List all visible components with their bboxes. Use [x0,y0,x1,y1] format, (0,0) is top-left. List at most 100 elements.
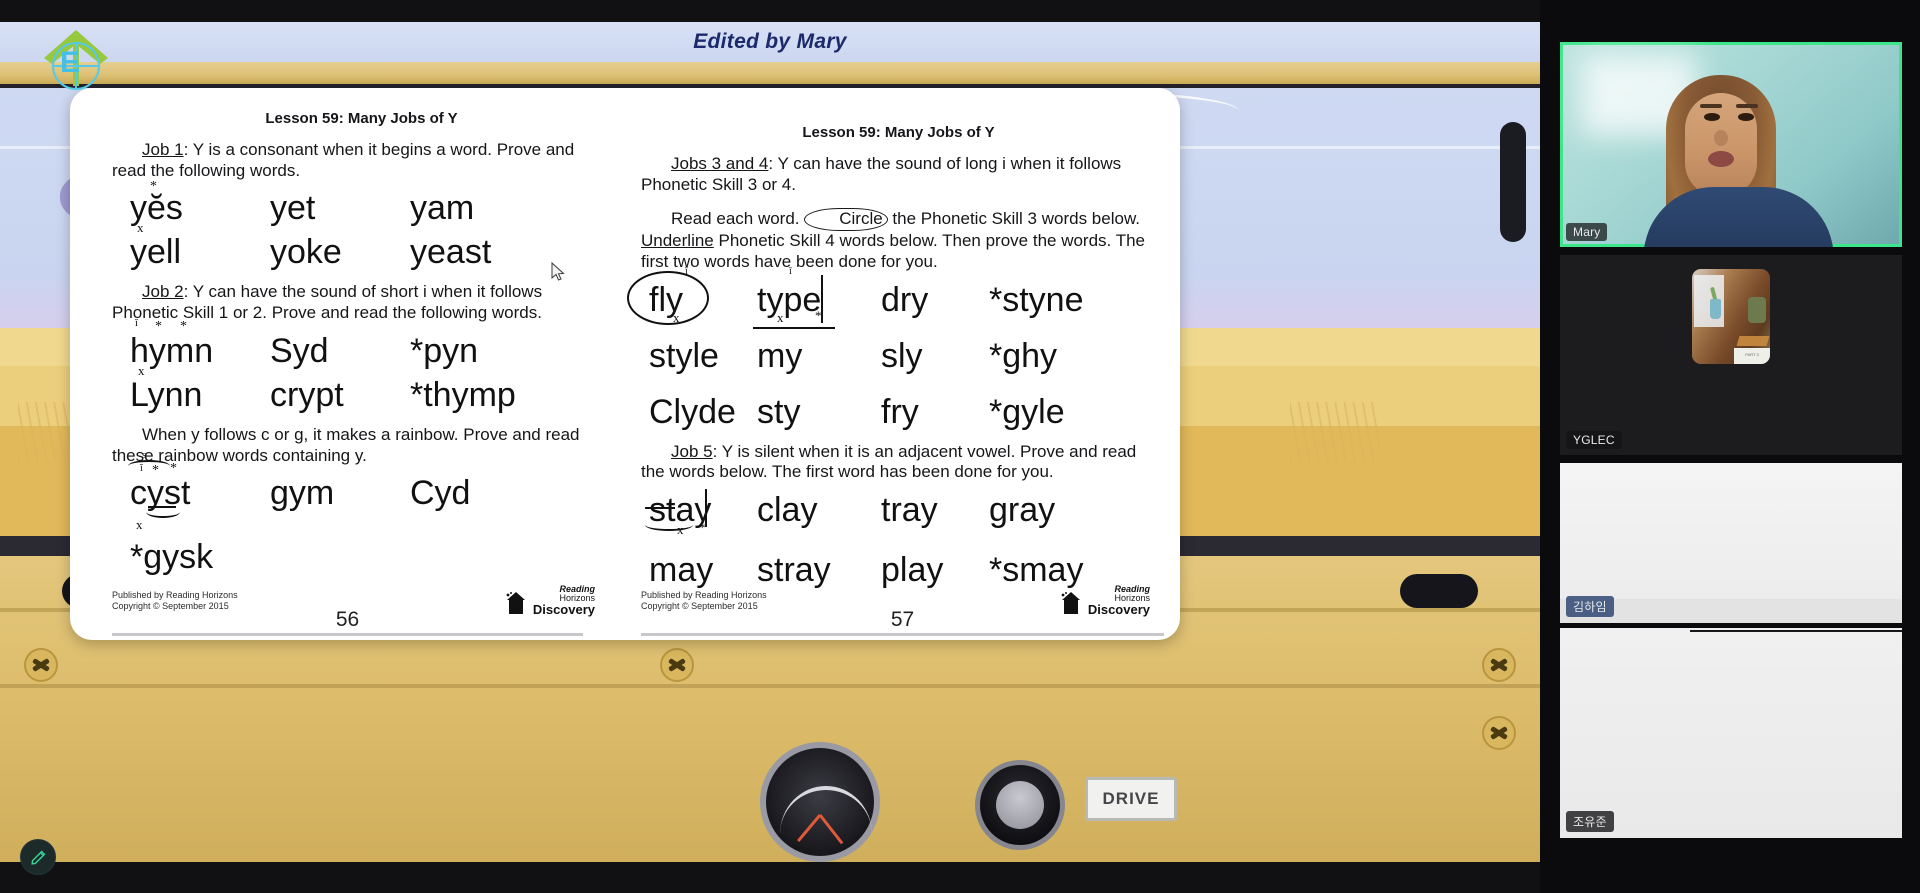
worksheet-document[interactable]: Lesson 59: Many Jobs of Y Job 1: Y is a … [70,88,1180,640]
jobs34-instruction: Jobs 3 and 4: Y can have the sound of lo… [641,154,1156,195]
smile-mark [645,519,693,532]
job5-label: Job 5 [671,441,713,461]
word-item: stay x * [641,489,749,536]
word-item: sly [881,336,923,375]
word-item: my [757,336,803,375]
slide-title: Edited by Mary [693,30,847,53]
participant-name: Mary [1566,223,1608,241]
rainbow-arc [128,460,170,472]
word-item: *pyn [410,331,479,370]
word-item: *ghy [989,336,1058,375]
footer-rule [112,633,583,636]
slide-header-bar: Edited by Mary [0,22,1540,62]
word-item: gray [989,491,1056,530]
published-by: Published by Reading Horizons [641,589,767,600]
word-item: *gyle [989,392,1065,431]
circle-word: Circle [804,208,888,232]
job2-label: Job 2 [142,282,184,302]
participant-tile-kim[interactable]: 김하임 [1560,463,1902,623]
word-item: Lynn [130,375,203,414]
page-footer: Published by Reading Horizons Copyright … [625,578,1180,640]
annotate-button[interactable] [20,839,56,875]
sofa [1748,297,1766,323]
rainbow-word-row-1: cyst s ĭ * * x gym Cyd [112,450,611,531]
x-mark: x [677,522,684,538]
shared-screen-stage[interactable]: DRIVE E Edited by Mary Lesson 59: Many J… [0,0,1540,893]
asterisk-mark: * [815,307,822,323]
grass-tuft [1290,402,1380,462]
mouth [1707,150,1734,167]
job1-instruction: Job 1: Y is a consonant when it begins a… [112,140,611,181]
school-logo: E [40,28,112,100]
word-item: *styne [989,280,1084,319]
word-item: sty [757,392,801,431]
word-item: yoke [270,233,342,272]
rainbow-instruction: When y follows c or g, it makes a rainbo… [112,424,580,465]
asterisk-mark: * [150,179,157,195]
participant-tile-mary[interactable]: Mary [1560,42,1902,247]
word-item: fry [881,392,919,431]
jobs34-word-row-3: Clyde sty fry *gyle [641,395,1156,429]
mouse-cursor [551,262,565,281]
word-item: yam [410,189,475,228]
table [1736,336,1770,346]
job5-word-row-1: stay x * clay tray gray [641,489,1156,536]
word-item: dry [881,280,929,319]
job1-word-row-2: yell yoke yeast [112,235,611,269]
participant-name: 김하임 [1566,596,1614,617]
word-item: fly ī x [627,266,749,325]
content-rule [1689,630,1902,632]
i-mark: ĭ [140,463,143,475]
pencil-icon [30,850,45,865]
jobs34-word-row-1: fly ī x type ī x * dry *styne [627,266,1156,329]
photo-caption: PART 3 [1734,348,1770,364]
word-item: yeast [410,233,492,272]
participant-tile-jo[interactable]: 조유준 [1560,628,1902,838]
vase [1710,299,1721,319]
job1-word-row-1: yĕs * x yet yam [112,179,611,236]
underline-word: Underline [641,231,714,251]
page-title: Lesson 59: Many Jobs of Y [802,124,995,141]
word-item: crypt [270,375,344,414]
dashboard-plate: DRIVE [1085,777,1177,821]
worksheet-page-57: Lesson 59: Many Jobs of Y Jobs 3 and 4: … [625,88,1180,640]
word-item: Clyde [649,392,736,431]
word-item: hymn ĭ * * x [130,316,214,378]
word-item: *gysk [130,538,214,577]
participant-tile-yglec[interactable]: PART 3 YGLEC [1560,255,1902,455]
s-mark: s [142,449,147,462]
worksheet-page-56: Lesson 59: Many Jobs of Y Job 1: Y is a … [70,88,625,640]
panel-seam [0,684,1540,688]
dashboard-knob [975,760,1065,850]
word-item: style [649,336,719,375]
eyebrow [1700,103,1723,108]
jobs34-word-row-2: style my sly *ghy [641,339,1156,373]
x-mark: x [673,309,680,325]
jobs34-task: Read each word. Circle the Phonetic Skil… [641,208,1156,272]
task-part-a: Read each word. [671,209,805,229]
smile-mark [146,506,180,519]
asterisk-mark: * [170,461,177,477]
breve-i-mark: ĭ [135,316,139,329]
word-item: yĕs * x [130,179,183,236]
underline-annotation [753,326,835,329]
asterisk-mark: * [155,318,162,334]
participant-name: 조유준 [1566,811,1614,832]
eye [1737,112,1754,121]
i-mark: ī [789,265,792,277]
screw [660,648,694,682]
nose [1713,130,1728,147]
asterisk-mark: * [180,318,187,334]
x-mark: x [777,309,784,325]
door-handle [1400,574,1478,608]
footer-rule [641,633,1164,636]
x-mark: x [136,517,143,533]
rainbow-word-row-2: *gysk [112,540,611,574]
job5-text: : Y is silent when it is an adjacent vow… [641,441,1137,482]
circle-annotation [627,270,709,325]
task-part-b: the Phonetic Skill 3 words below. [887,209,1141,229]
asterisk-mark: * [152,463,159,479]
strikethrough-mark [645,507,675,510]
page-title: Lesson 59: Many Jobs of Y [265,110,458,127]
task-part-c: Phonetic Skill 4 words below. Then prove… [641,231,1145,271]
